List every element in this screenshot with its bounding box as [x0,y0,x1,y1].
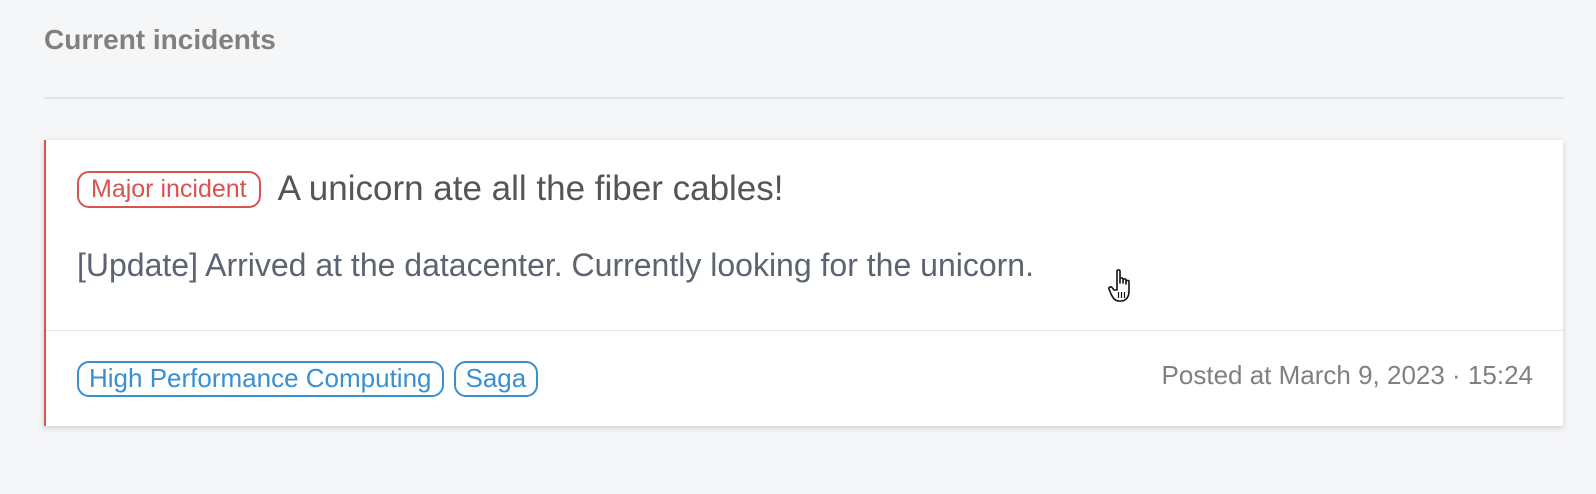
incident-update-text: [Update] Arrived at the datacenter. Curr… [77,247,1034,283]
affected-systems-tags: High Performance Computing Saga [77,361,548,397]
incident-card: Major incident A unicorn ate all the fib… [44,140,1563,426]
tag-high-performance-computing[interactable]: High Performance Computing [77,361,444,397]
pointer-hand-icon [1108,269,1130,302]
severity-badge: Major incident [77,170,261,208]
tag-saga[interactable]: Saga [453,361,539,397]
section-title: Current incidents [44,24,276,55]
incident-header: Major incident A unicorn ate all the fib… [77,168,784,210]
incident-title: A unicorn ate all the fiber cables! [277,169,784,208]
section-divider [44,97,1564,99]
incident-card-body: Major incident A unicorn ate all the fib… [46,140,1563,330]
page: Current incidents Major incident A unico… [0,0,1596,494]
posted-at-timestamp: Posted at March 9, 2023 · 15:24 [1161,360,1533,390]
incident-card-footer: High Performance Computing Saga Posted a… [46,330,1563,426]
